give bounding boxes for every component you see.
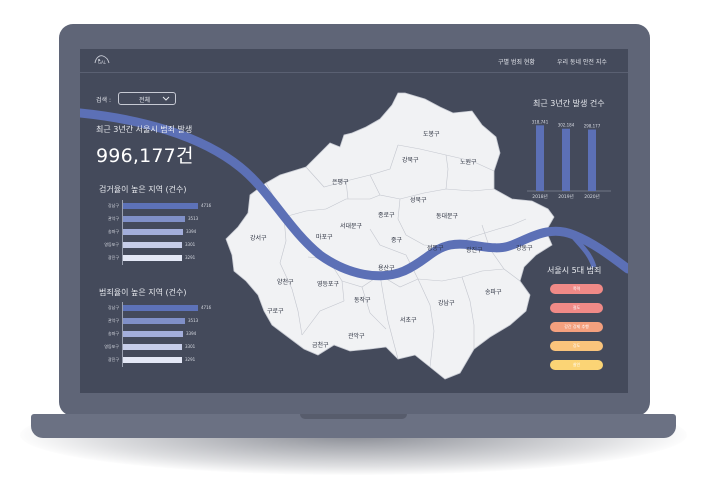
district-label-gwanak[interactable]: 관악구 [348,331,365,340]
laptop-base-notch [300,414,407,419]
chart-category-label: 2018년 [532,193,548,200]
ranking-district-label: 영등포구 [104,344,119,349]
district-label-guro[interactable]: 구로구 [267,306,284,315]
five-crimes-title: 서울시 5대 범죄 [547,266,602,275]
search-label: 검색 : [96,97,111,104]
ranking-value: 3301 [185,242,196,247]
crime-type-button[interactable]: 폭력 [550,284,603,294]
crime-type-button[interactable]: 살인 [550,360,603,370]
ranking-value: 3301 [185,344,196,349]
district-label-songpa[interactable]: 송파구 [485,287,502,296]
ranking-district-label: 송파구 [107,229,119,234]
ranking-district-label: 광진구 [107,357,119,362]
ranking-district-label: 영등포구 [104,242,119,247]
ranking-axis-line [122,200,123,265]
ranking-bar [122,318,185,324]
district-label-seodaemun[interactable]: 서대문구 [340,221,362,230]
chart-value-label: 318,741 [532,119,549,124]
ranking-bar [122,344,182,350]
district-label-yangcheon[interactable]: 양천구 [277,277,294,286]
district-label-mapo[interactable]: 마포구 [316,232,333,241]
district-label-yongsan[interactable]: 용산구 [378,263,395,272]
top-nav-bar: GAL 구별 범죄 현황 우리 동네 안전 지수 [80,49,628,73]
district-label-gwangjin[interactable]: 광진구 [466,245,483,254]
district-label-dongjak[interactable]: 동작구 [354,295,371,304]
district-label-yeongdeungpo[interactable]: 영등포구 [317,279,339,288]
ranking-district-label: 강남구 [107,305,119,310]
ranking-axis-line [122,302,123,367]
ranking-bar [122,305,198,311]
district-label-eunpyeong[interactable]: 은평구 [332,177,349,186]
chart-bar-0[interactable] [536,125,544,191]
district-select-value: 전체 [139,97,151,104]
district-label-seongdong[interactable]: 성동구 [427,243,444,252]
ranking-value: 3513 [188,318,199,323]
ranking-district-label: 관악구 [107,318,119,323]
chart-category-label: 2020년 [584,193,600,200]
ranking-value: 4716 [201,203,212,208]
summary-total: 996,177건 [96,145,194,167]
laptop-screen: 도봉구 강북구 노원구 은평구 성북구 종로구 동대문구 서대문구 중구 마포구… [80,49,628,393]
district-label-nowon[interactable]: 노원구 [460,157,477,166]
chevron-down-icon [162,96,170,101]
ranking-bar [122,331,183,337]
crime-type-button[interactable]: 절도 [550,303,603,313]
ranking-bar [122,255,182,261]
district-label-seongbuk[interactable]: 성북구 [410,195,427,204]
yearly-chart-title: 최근 3년간 발생 건수 [533,99,605,108]
district-label-dongdaemun[interactable]: 동대문구 [436,211,458,220]
ranking-district-label: 관악구 [107,216,119,221]
ranking-value: 3513 [188,216,199,221]
ranking-bar [122,216,185,222]
logo[interactable]: GAL [93,54,111,67]
ranking-bar [122,229,183,235]
district-label-seocho[interactable]: 서초구 [400,315,417,324]
district-label-jung[interactable]: 중구 [391,235,402,244]
summary-subtitle: 최근 3년간 서울시 범죄 발생 [96,125,193,134]
district-label-gangseo[interactable]: 강서구 [250,233,267,242]
ranking-district-label: 강남구 [107,203,119,208]
ranking-bar [122,357,182,363]
district-label-gangdong[interactable]: 강동구 [516,243,533,252]
chart-bar-2[interactable] [588,129,596,191]
chart-category-label: 2019년 [558,193,574,200]
arrest-ranking-title: 검거율이 높은 지역 (건수) [99,185,187,194]
ranking-value: 4716 [201,305,212,310]
crime-type-button[interactable]: 강간 강제 추행 [550,322,603,332]
nav-safety-index[interactable]: 우리 동네 안전 지수 [557,57,607,66]
district-label-gangnam[interactable]: 강남구 [438,298,455,307]
nav-district-crime[interactable]: 구별 범죄 현황 [498,57,535,66]
district-label-dobong[interactable]: 도봉구 [423,129,440,138]
ranking-value: 3291 [185,255,196,260]
yearly-bar-chart: 318,741 2018년 302,184 2019년 298,177 2020년 [527,119,611,200]
ranking-district-label: 광진구 [107,255,119,260]
ranking-value: 3394 [186,331,197,336]
logo-text: GAL [97,60,107,65]
crime-ranking-title: 범죄율이 높은 지역 (건수) [99,288,187,297]
chart-value-label: 298,177 [584,124,601,129]
map-outline [225,92,555,380]
chart-bar-1[interactable] [562,128,570,191]
ranking-value: 3291 [185,357,196,362]
district-label-jongno[interactable]: 종로구 [378,210,395,219]
district-label-geumcheon[interactable]: 금천구 [312,340,329,349]
ranking-bar [122,242,182,248]
chart-value-label: 302,184 [558,123,575,128]
ranking-district-label: 송파구 [107,331,119,336]
ranking-bar [122,203,198,209]
ranking-value: 3394 [186,229,197,234]
crime-type-button[interactable]: 강도 [550,341,603,351]
district-label-gangbuk[interactable]: 강북구 [402,155,419,164]
district-select[interactable]: 전체 [118,92,176,105]
